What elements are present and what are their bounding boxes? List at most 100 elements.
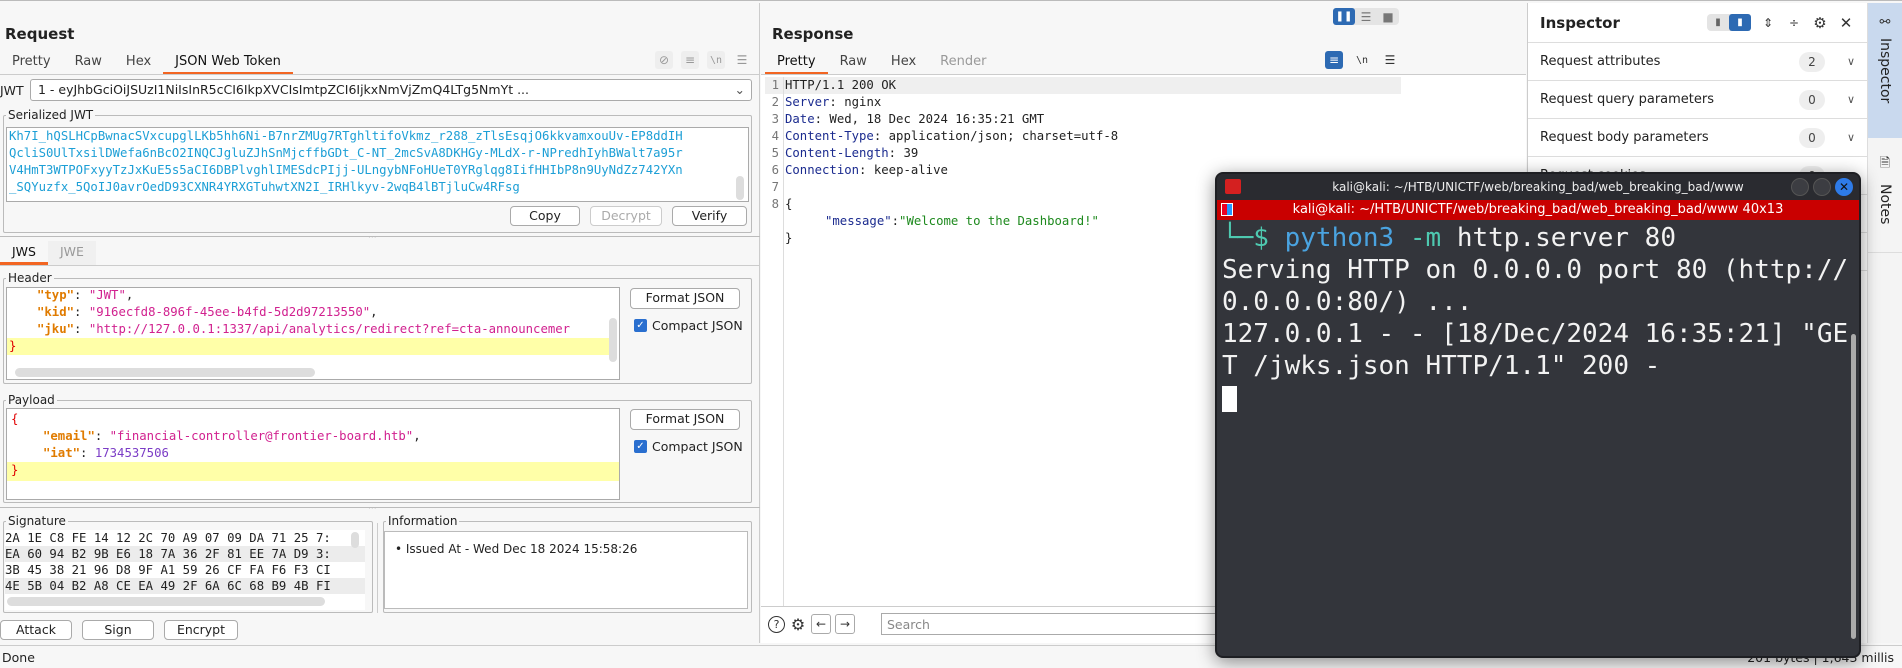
terminal-window[interactable]: kali@kali: ~/HTB/UNICTF/web/breaking_bad… [1215, 172, 1861, 658]
tab-menu-icon[interactable] [1221, 203, 1233, 216]
jwt-select[interactable]: 1 - eyJhbGciOiJSUzI1NiIsInR5cCI6IkpXVCIs… [30, 79, 752, 101]
terminal-output-line: T /jwks.json HTTP/1.1" 200 - [1222, 351, 1661, 381]
header-key: "kid" [37, 305, 75, 319]
notes-icon: 🗎 [1879, 156, 1891, 171]
checkbox-checked-icon[interactable]: ✓ [634, 440, 647, 453]
single-pane-icon[interactable]: ■ [1377, 8, 1399, 25]
payload-line: "iat": 1734537506 [43, 446, 169, 460]
collapse-all-icon[interactable]: ÷ [1785, 14, 1803, 32]
arrow-left-icon[interactable]: ← [811, 614, 831, 634]
splitter-handle[interactable]: ··· [368, 233, 377, 243]
serialized-jwt-label: Serialized JWT [6, 108, 96, 122]
terminal-output-line: 127.0.0.1 - - [18/Dec/2024 16:35:21] "GE [1222, 319, 1849, 349]
newline-icon[interactable]: \n [1353, 51, 1371, 69]
header-line: "kid": "916ecfd8-896f-45ee-b4fd-5d2d9721… [37, 305, 378, 319]
right-sidebar: ⚯ Inspector 🗎 Notes [1867, 3, 1902, 643]
close-button[interactable]: ✕ [1835, 178, 1853, 196]
gear-icon[interactable]: ⚙ [1811, 14, 1829, 32]
response-tabs: Pretty Raw Hex Render [765, 51, 998, 75]
arrow-right-icon[interactable]: → [835, 614, 855, 634]
help-icon[interactable]: ? [768, 615, 785, 633]
copy-button[interactable]: Copy [510, 206, 580, 226]
information-label: Information [386, 514, 460, 528]
minimize-button[interactable] [1791, 178, 1809, 196]
serialized-jwt-text[interactable]: Kh7I_hQSLHCpBwnacSVxcupglLKb5hh6Ni-B7nrZ… [6, 127, 749, 202]
verify-button[interactable]: Verify [672, 206, 747, 226]
inspector-icon: ⚯ [1879, 15, 1891, 30]
tab-json-web-token[interactable]: JSON Web Token [163, 51, 293, 75]
maximize-button[interactable] [1813, 178, 1831, 196]
tab-render[interactable]: Render [928, 51, 998, 75]
split-vertical-icon[interactable]: ❚❚ [1333, 8, 1355, 25]
terminal-titlebar[interactable]: kali@kali: ~/HTB/UNICTF/web/breaking_bad… [1217, 174, 1859, 200]
checkbox-checked-icon[interactable]: ✓ [634, 319, 647, 332]
tab-raw[interactable]: Raw [828, 51, 879, 75]
payload-compact-json[interactable]: ✓ Compact JSON [634, 439, 743, 454]
status-text: Done [2, 650, 35, 665]
jwt-label: JWT [0, 83, 24, 98]
panel-right-icon[interactable]: ▮ [1729, 14, 1751, 31]
serialized-scrollbar[interactable] [736, 176, 744, 200]
signature-hex[interactable]: 2A 1E C8 FE 14 12 2C 70 A9 07 09 DA 71 2… [5, 530, 365, 610]
header-line: "typ": "JWT", [37, 288, 134, 302]
sidebar-tab-inspector[interactable]: ⚯ Inspector [1868, 3, 1902, 138]
tab-jwe[interactable]: JWE [47, 241, 96, 265]
attack-button[interactable]: Attack [0, 620, 72, 640]
header-compact-json[interactable]: ✓ Compact JSON [634, 318, 743, 333]
payload-editor[interactable]: { "email": "financial-controller@frontie… [6, 408, 620, 500]
header-h-scrollbar[interactable] [15, 368, 315, 377]
header-key: "jku" [37, 322, 75, 336]
inspector-title: Inspector [1540, 13, 1620, 32]
information-list: • Issued At - Wed Dec 18 2024 15:58:26 [384, 531, 748, 609]
split-horizontal-icon[interactable]: ☰ [1355, 8, 1377, 25]
sign-button[interactable]: Sign [82, 620, 154, 640]
terminal-scrollbar[interactable] [1851, 334, 1856, 639]
tab-hex[interactable]: Hex [114, 51, 163, 75]
chevron-down-icon: ∨ [1846, 55, 1855, 68]
newline-icon[interactable]: \n [707, 51, 725, 69]
tab-raw[interactable]: Raw [63, 51, 114, 75]
jwt-select-value: 1 - eyJhbGciOiJSUzI1NiIsInR5cCI6IkpXVCIs… [38, 82, 529, 97]
decrypt-button[interactable]: Decrypt [590, 206, 662, 226]
header-v-scrollbar[interactable] [609, 318, 617, 362]
splitter-handle[interactable]: ··· [368, 504, 377, 514]
signature-v-scrollbar[interactable] [351, 532, 359, 548]
terminal-tab[interactable]: kali@kali: ~/HTB/UNICTF/web/breaking_bad… [1217, 200, 1859, 220]
inspector-row-request-body-parameters[interactable]: Request body parameters 0 ∨ [1528, 119, 1867, 157]
layout-toggle: ❚❚ ☰ ■ [1333, 8, 1399, 25]
sidebar-tab-notes[interactable]: 🗎 Notes [1868, 138, 1902, 253]
encrypt-button[interactable]: Encrypt [164, 620, 238, 640]
header-label: Header [6, 271, 54, 285]
wrap-icon[interactable]: ≡ [1325, 51, 1343, 69]
request-tabs: Pretty Raw Hex JSON Web Token [0, 51, 293, 75]
tab-jws[interactable]: JWS [0, 241, 48, 265]
terminal-app-icon [1225, 179, 1241, 194]
expand-all-icon[interactable]: ⇕ [1759, 14, 1777, 32]
header-close-brace: } [7, 338, 613, 355]
payload-close-brace: } [7, 462, 619, 481]
wrap-icon[interactable]: ≡ [681, 51, 699, 69]
close-icon[interactable]: ✕ [1837, 14, 1855, 32]
information-item: • Issued At - Wed Dec 18 2024 15:58:26 [395, 542, 638, 556]
chevron-down-icon: ∨ [1846, 93, 1855, 106]
inspector-row-request-query-parameters[interactable]: Request query parameters 0 ∨ [1528, 81, 1867, 119]
tab-pretty[interactable]: Pretty [0, 51, 63, 75]
tab-pretty[interactable]: Pretty [765, 51, 828, 75]
header-editor[interactable]: "alg": "RS256", "typ": "JWT", "kid": "91… [6, 287, 620, 380]
tab-hex[interactable]: Hex [879, 51, 928, 75]
menu-icon[interactable]: ☰ [1381, 51, 1399, 69]
terminal-output-line: Serving HTTP on 0.0.0.0 port 80 (http:// [1222, 255, 1849, 285]
request-title: Request [5, 25, 75, 43]
header-line: "jku": "http://127.0.0.1:1337/api/analyt… [37, 322, 571, 336]
eye-slash-icon[interactable]: ⊘ [655, 51, 673, 69]
payload-format-json-button[interactable]: Format JSON [630, 409, 740, 430]
menu-icon[interactable]: ☰ [733, 51, 751, 69]
inspector-row-request-attributes[interactable]: Request attributes 2 ∨ [1528, 43, 1867, 81]
terminal-command-line: └─$ python3 -m http.server 80 [1222, 223, 1676, 253]
header-format-json-button[interactable]: Format JSON [630, 288, 740, 309]
signature-h-scrollbar[interactable] [7, 597, 325, 606]
gear-icon[interactable]: ⚙ [789, 615, 807, 634]
payload-label: Payload [6, 393, 57, 407]
panel-left-icon[interactable]: ▮ [1707, 14, 1729, 31]
chevron-down-icon: ⌄ [734, 82, 745, 97]
